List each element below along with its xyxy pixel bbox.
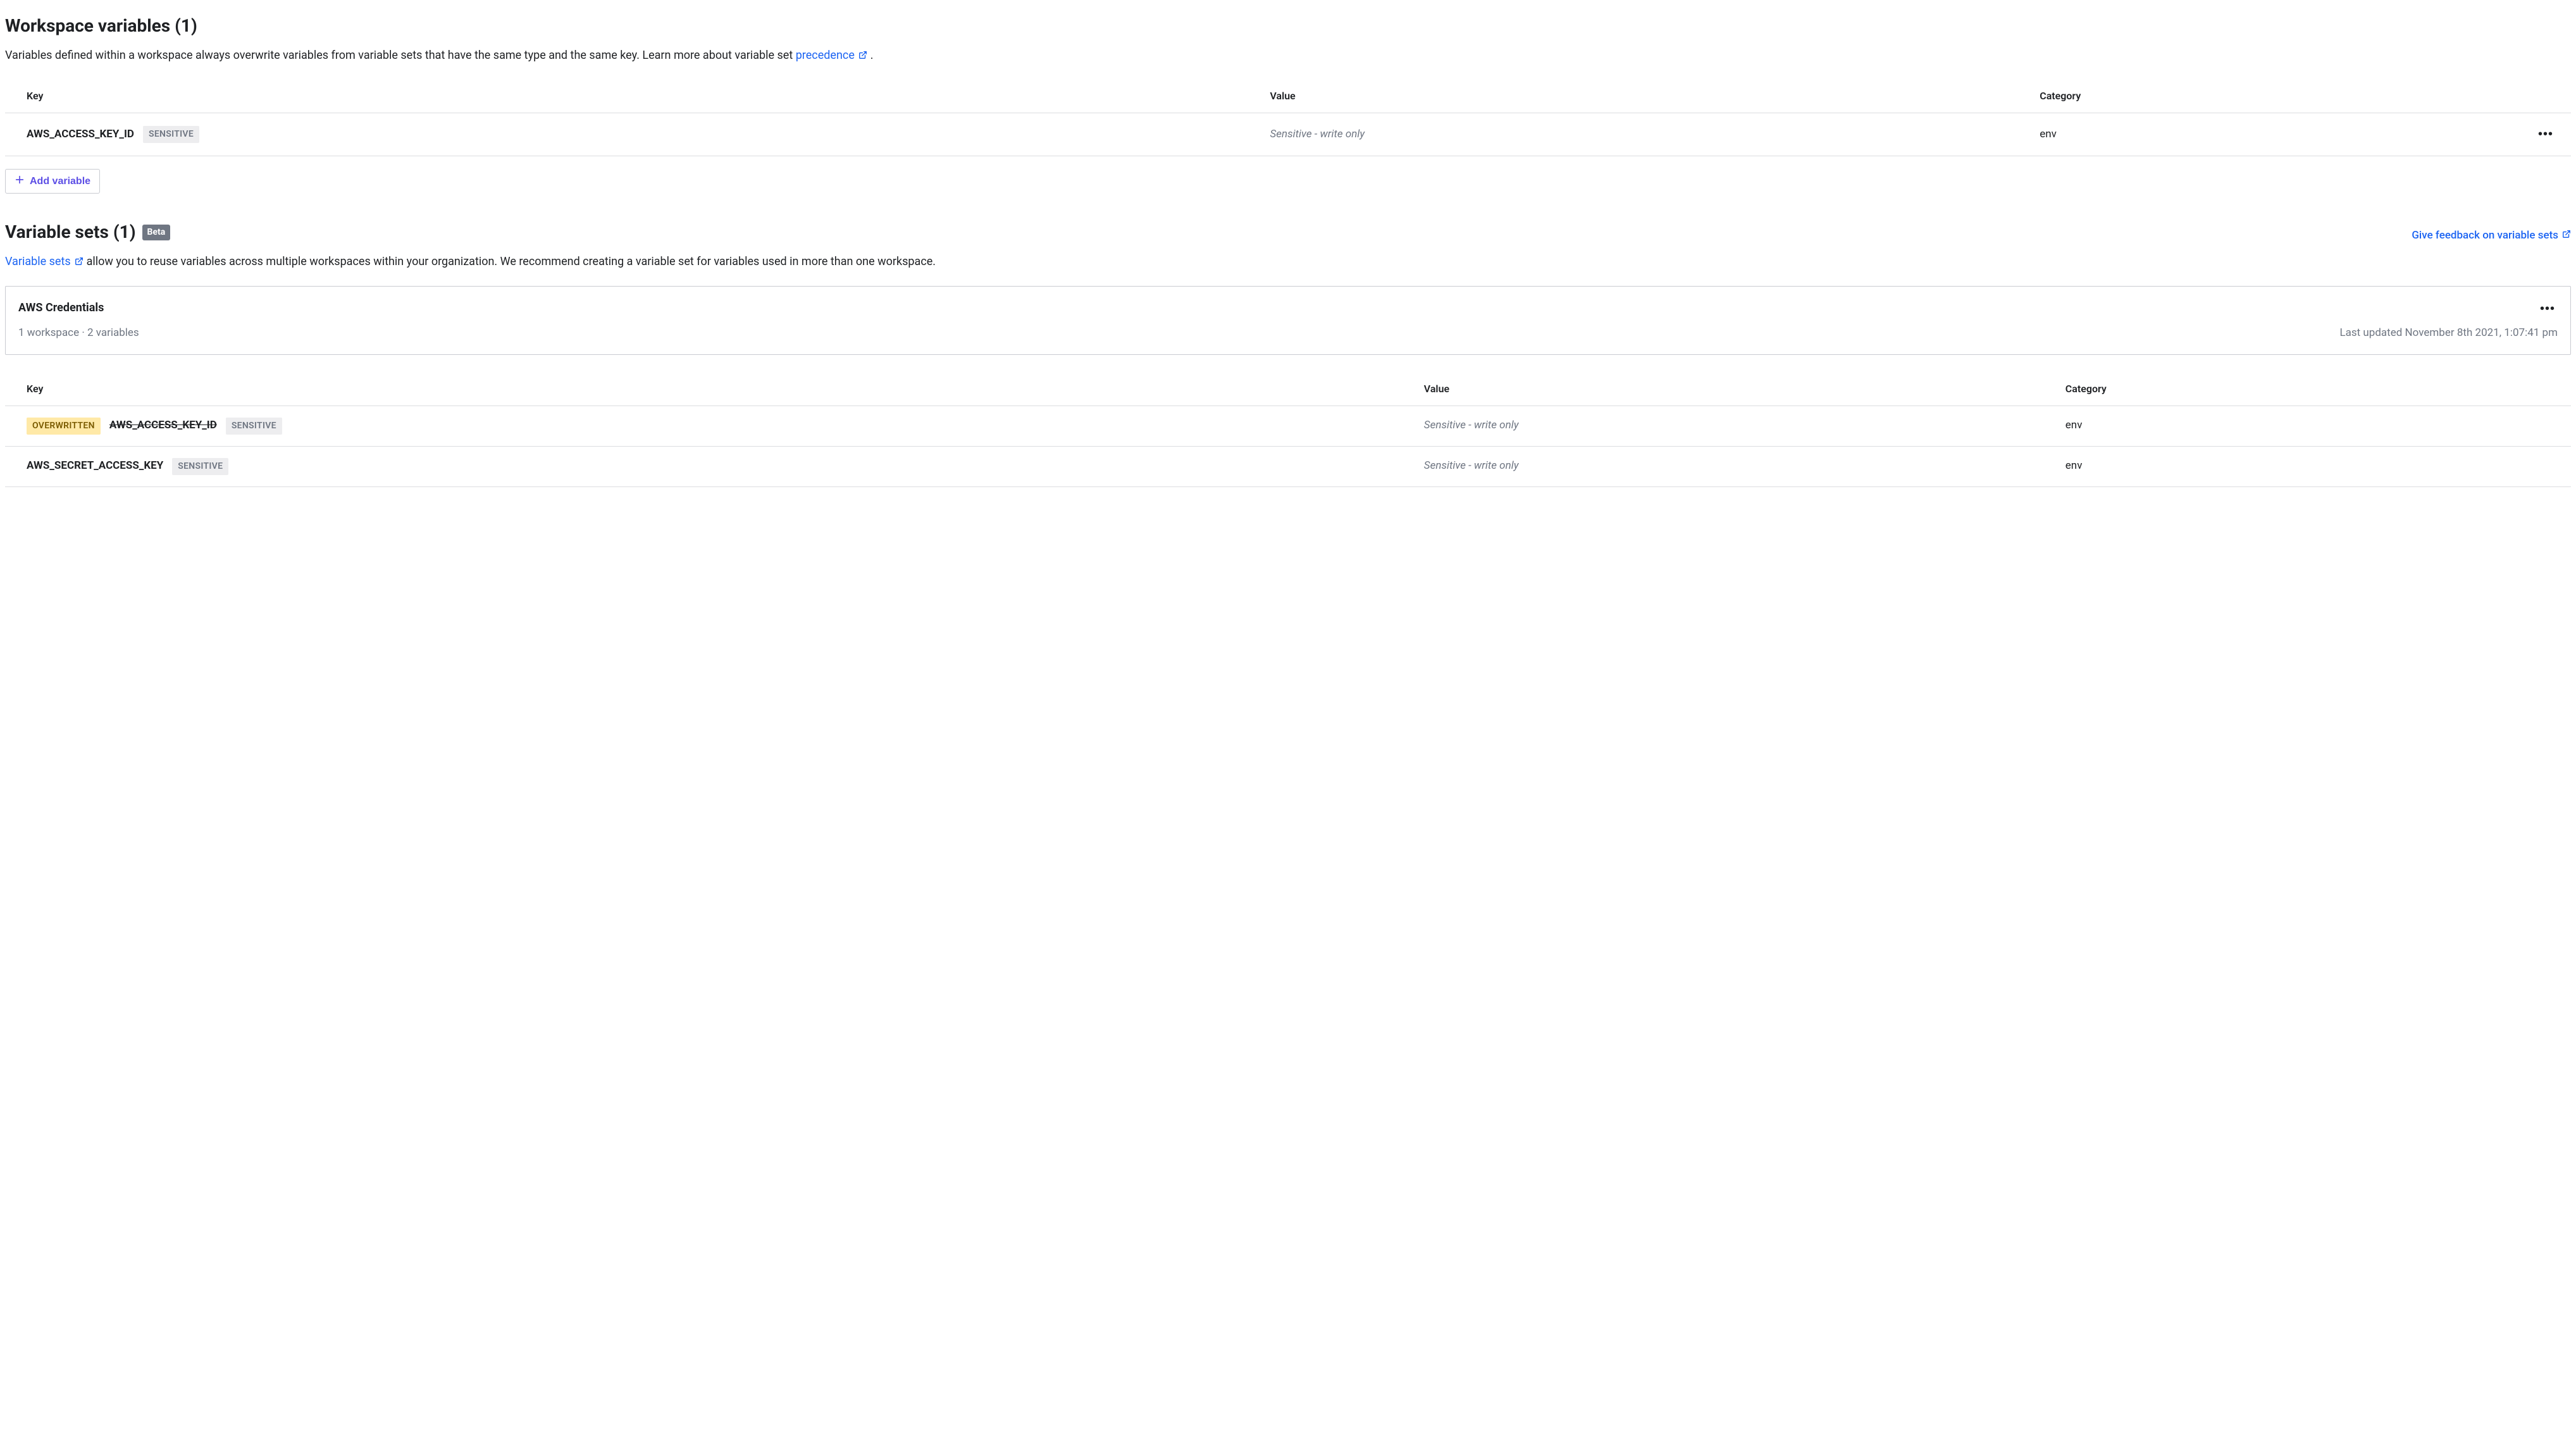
variable-sets-description: Variable sets allow you to reuse variabl… (5, 253, 2571, 271)
row-actions-button[interactable]: ••• (2536, 125, 2556, 144)
external-link-icon (2562, 228, 2571, 244)
variable-sets-heading: Variable sets (1) Beta (5, 219, 170, 245)
variable-sets-link[interactable]: Variable sets (5, 255, 87, 268)
description-tail: . (870, 49, 874, 62)
variable-value: Sensitive - write only (1270, 128, 1365, 140)
column-header-value: Value (1416, 373, 2058, 406)
column-header-key: Key (5, 373, 1416, 406)
key-cell: AWS_ACCESS_KEY_ID SENSITIVE (27, 126, 1254, 143)
sensitive-badge: SENSITIVE (226, 418, 282, 435)
plus-icon (15, 175, 25, 188)
variable-set-card: AWS Credentials ••• 1 workspace · 2 vari… (5, 286, 2571, 355)
variable-category: env (2040, 128, 2057, 140)
overwritten-badge: OVERWRITTEN (27, 418, 101, 435)
key-cell: OVERWRITTEN AWS_ACCESS_KEY_ID SENSITIVE (27, 418, 1409, 435)
external-link-icon (858, 47, 867, 65)
variable-set-variables-table: Key Value Category OVERWRITTEN AWS_ACCES… (5, 373, 2571, 487)
variable-set-actions-button[interactable]: ••• (2537, 299, 2558, 319)
feedback-link-text: Give feedback on variable sets (2412, 228, 2558, 244)
variable-category: env (2065, 459, 2083, 472)
variable-set-title: AWS Credentials (18, 299, 104, 316)
heading-text: Variable sets (1) (5, 219, 136, 245)
table-row: AWS_ACCESS_KEY_ID SENSITIVE Sensitive - … (5, 113, 2571, 156)
sensitive-badge: SENSITIVE (172, 458, 228, 475)
table-row: AWS_SECRET_ACCESS_KEY SENSITIVE Sensitiv… (5, 446, 2571, 486)
description-text: allow you to reuse variables across mult… (87, 255, 936, 268)
description-text: Variables defined within a workspace alw… (5, 49, 796, 62)
table-row: OVERWRITTEN AWS_ACCESS_KEY_ID SENSITIVE … (5, 406, 2571, 446)
more-icon: ••• (2538, 127, 2553, 141)
beta-badge: Beta (142, 225, 171, 240)
add-variable-label: Add variable (30, 176, 90, 187)
column-header-category: Category (2032, 80, 2514, 113)
feedback-link[interactable]: Give feedback on variable sets (2412, 228, 2571, 244)
precedence-link[interactable]: precedence (796, 49, 870, 62)
column-header-value: Value (1262, 80, 2032, 113)
add-variable-button[interactable]: Add variable (5, 169, 100, 194)
workspace-variables-description: Variables defined within a workspace alw… (5, 47, 2571, 65)
column-header-category: Category (2058, 373, 2571, 406)
variable-value: Sensitive - write only (1424, 419, 1519, 431)
variable-set-meta: 1 workspace · 2 variables (18, 325, 139, 342)
column-header-actions (2514, 80, 2571, 113)
variable-set-last-updated: Last updated November 8th 2021, 1:07:41 … (2339, 325, 2558, 342)
workspace-variables-heading: Workspace variables (1) (5, 13, 197, 39)
external-link-icon (75, 254, 84, 271)
column-header-key: Key (5, 80, 1262, 113)
workspace-variables-section: Workspace variables (1) Variables define… (5, 13, 2571, 194)
sensitive-badge: SENSITIVE (143, 126, 199, 143)
variable-key: AWS_SECRET_ACCESS_KEY (27, 458, 163, 474)
more-icon: ••• (2540, 302, 2555, 316)
variable-sets-section: Variable sets (1) Beta Give feedback on … (5, 219, 2571, 487)
variable-category: env (2065, 419, 2083, 431)
link-text: precedence (796, 49, 855, 62)
variable-key: AWS_ACCESS_KEY_ID (27, 127, 134, 143)
variable-key: AWS_ACCESS_KEY_ID (109, 418, 217, 434)
link-text: Variable sets (5, 255, 71, 268)
workspace-variables-table: Key Value Category AWS_ACCESS_KEY_ID SEN… (5, 80, 2571, 156)
variable-value: Sensitive - write only (1424, 459, 1519, 472)
key-cell: AWS_SECRET_ACCESS_KEY SENSITIVE (27, 458, 1409, 475)
